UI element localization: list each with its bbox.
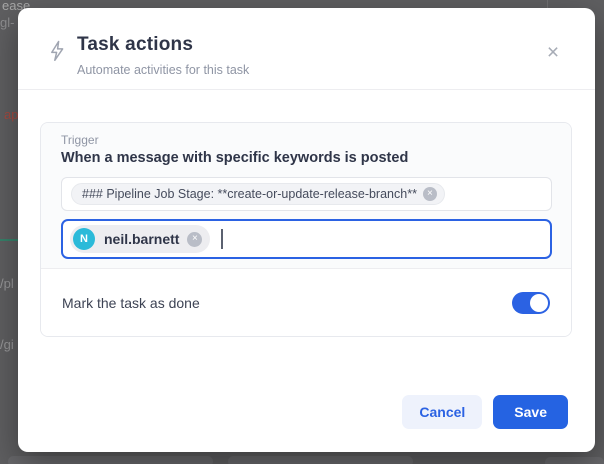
modal-footer: Cancel Save: [18, 395, 595, 452]
background-shape: [228, 456, 413, 464]
save-button[interactable]: Save: [493, 395, 568, 429]
assignee-name: neil.barnett: [104, 231, 179, 247]
background-text-fragment: /pl: [0, 276, 14, 291]
background-divider: [547, 0, 548, 8]
background-divider: [0, 239, 18, 241]
keyword-chip-text: ### Pipeline Job Stage: **create-or-upda…: [82, 187, 417, 201]
trigger-label: Trigger: [61, 133, 552, 147]
keyword-input[interactable]: ### Pipeline Job Stage: **create-or-upda…: [61, 177, 552, 211]
task-actions-modal: Task actions Automate activities for thi…: [18, 8, 595, 452]
text-cursor: [221, 229, 223, 249]
mark-done-toggle[interactable]: [512, 292, 550, 314]
keyword-chip: ### Pipeline Job Stage: **create-or-upda…: [71, 183, 445, 205]
assignee-chip: N neil.barnett ×: [70, 225, 210, 253]
mark-done-row: Mark the task as done: [41, 268, 571, 336]
trigger-heading: When a message with specific keywords is…: [61, 150, 552, 166]
lightning-bolt-icon: [48, 40, 66, 67]
cancel-button[interactable]: Cancel: [402, 395, 482, 429]
modal-title: Task actions: [77, 34, 249, 56]
modal-body: Trigger When a message with specific key…: [18, 90, 595, 337]
remove-keyword-icon[interactable]: ×: [423, 187, 437, 201]
modal-header: Task actions Automate activities for thi…: [18, 8, 595, 90]
background-shape: [545, 457, 604, 464]
background-text-fragment: gl-: [0, 15, 14, 30]
screen: ease gl- ap /pl /gi Task actions Automat…: [0, 0, 604, 464]
remove-assignee-icon[interactable]: ×: [187, 232, 202, 247]
header-text: Task actions Automate activities for thi…: [77, 34, 249, 77]
background-shape: [8, 456, 213, 464]
mark-done-label: Mark the task as done: [62, 295, 200, 311]
close-icon[interactable]: ×: [541, 40, 565, 64]
toggle-knob: [530, 294, 548, 312]
avatar: N: [73, 228, 95, 250]
trigger-panel: Trigger When a message with specific key…: [40, 122, 572, 337]
background-text-fragment: /gi: [0, 337, 14, 352]
modal-subtitle: Automate activities for this task: [77, 63, 249, 77]
background-text-fragment: ap: [4, 107, 18, 122]
trigger-section: Trigger When a message with specific key…: [41, 123, 571, 268]
assignee-input[interactable]: N neil.barnett ×: [61, 219, 552, 259]
